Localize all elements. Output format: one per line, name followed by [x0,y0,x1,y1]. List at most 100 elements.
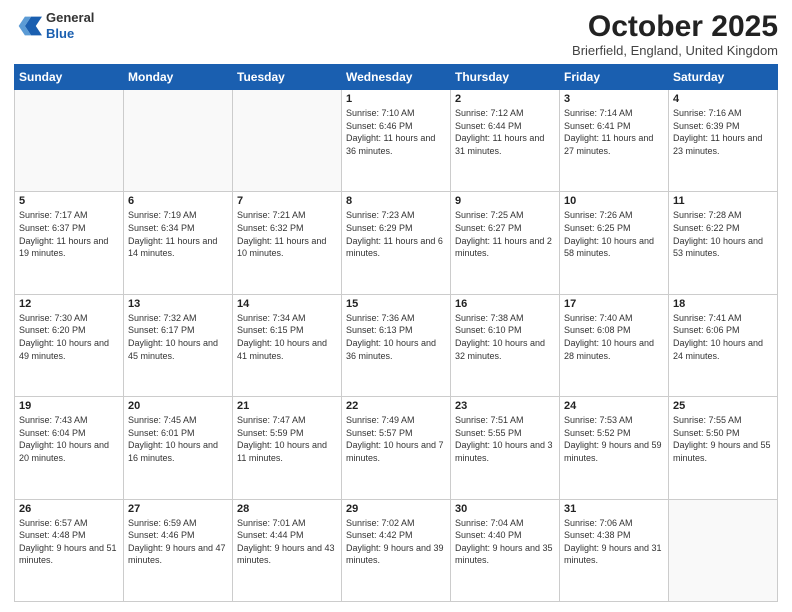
day-number: 13 [128,298,228,310]
calendar-cell: 20Sunrise: 7:45 AM Sunset: 6:01 PM Dayli… [124,397,233,499]
calendar-cell: 14 Sunrise: 7:34 AM Sunset: 6:15 PM Dayli… [233,294,342,396]
calendar-cell [669,499,778,601]
day-header-wednesday: Wednesday [342,65,451,90]
calendar-week-0: 1 Sunrise: 7:10 AM Sunset: 6:46 PM Daylig… [15,90,778,192]
calendar-cell [233,90,342,192]
calendar-cell: 19Sunrise: 7:43 AM Sunset: 6:04 PM Dayli… [15,397,124,499]
day-number: 17 [564,298,664,310]
day-number: 5 [19,195,119,207]
day-info: Sunrise: 7:25 AM Sunset: 6:27 PM Dayligh… [455,209,555,259]
calendar-cell: 30 Sunrise: 7:04 AM Sunset: 4:40 PM Dayli… [451,499,560,601]
day-number: 27 [128,503,228,515]
calendar-cell: 7 Sunrise: 7:21 AM Sunset: 6:32 PM Daylig… [233,192,342,294]
calendar-cell [124,90,233,192]
calendar-cell: 12Sunrise: 7:30 AM Sunset: 6:20 PM Dayli… [15,294,124,396]
calendar-cell: 26Sunrise: 6:57 AM Sunset: 4:48 PM Dayli… [15,499,124,601]
day-header-thursday: Thursday [451,65,560,90]
calendar-cell: 28 Sunrise: 7:01 AM Sunset: 4:44 PM Dayli… [233,499,342,601]
title-block: October 2025 Brierfield, England, United… [572,10,778,58]
day-info: Sunrise: 7:40 AM Sunset: 6:08 PM Dayligh… [564,312,664,362]
day-number: 31 [564,503,664,515]
calendar-cell: 4 Sunrise: 7:16 AM Sunset: 6:39 PM Daylig… [669,90,778,192]
day-number: 29 [346,503,446,515]
day-number: 30 [455,503,555,515]
calendar-cell: 25Sunrise: 7:55 AM Sunset: 5:50 PM Dayli… [669,397,778,499]
day-info: Sunrise: 6:59 AM Sunset: 4:46 PM Dayligh… [128,517,228,567]
day-number: 11 [673,195,773,207]
calendar-cell: 29 Sunrise: 7:02 AM Sunset: 4:42 PM Dayli… [342,499,451,601]
calendar-week-4: 26Sunrise: 6:57 AM Sunset: 4:48 PM Dayli… [15,499,778,601]
calendar-cell [15,90,124,192]
day-info: Sunrise: 7:16 AM Sunset: 6:39 PM Dayligh… [673,107,773,157]
day-header-monday: Monday [124,65,233,90]
day-info: Sunrise: 7:47 AM Sunset: 5:59 PM Dayligh… [237,414,337,464]
calendar-cell: 31 Sunrise: 7:06 AM Sunset: 4:38 PM Dayli… [560,499,669,601]
calendar-cell: 8Sunrise: 7:23 AM Sunset: 6:29 PM Daylig… [342,192,451,294]
day-number: 23 [455,400,555,412]
calendar-week-2: 12Sunrise: 7:30 AM Sunset: 6:20 PM Dayli… [15,294,778,396]
day-number: 16 [455,298,555,310]
month-title: October 2025 [572,10,778,43]
day-number: 12 [19,298,119,310]
calendar-cell: 2Sunrise: 7:12 AM Sunset: 6:44 PM Daylig… [451,90,560,192]
day-number: 10 [564,195,664,207]
day-number: 8 [346,195,446,207]
calendar-cell: 5 Sunrise: 7:17 AM Sunset: 6:37 PM Daylig… [15,192,124,294]
calendar-cell: 3Sunrise: 7:14 AM Sunset: 6:41 PM Daylig… [560,90,669,192]
calendar-cell: 1 Sunrise: 7:10 AM Sunset: 6:46 PM Daylig… [342,90,451,192]
day-info: Sunrise: 7:32 AM Sunset: 6:17 PM Dayligh… [128,312,228,362]
day-info: Sunrise: 7:28 AM Sunset: 6:22 PM Dayligh… [673,209,773,259]
day-info: Sunrise: 7:38 AM Sunset: 6:10 PM Dayligh… [455,312,555,362]
day-info: Sunrise: 7:19 AM Sunset: 6:34 PM Dayligh… [128,209,228,259]
day-info: Sunrise: 7:55 AM Sunset: 5:50 PM Dayligh… [673,414,773,464]
day-number: 3 [564,93,664,105]
day-info: Sunrise: 7:01 AM Sunset: 4:44 PM Dayligh… [237,517,337,567]
day-number: 19 [19,400,119,412]
day-info: Sunrise: 7:36 AM Sunset: 6:13 PM Dayligh… [346,312,446,362]
calendar-cell: 21 Sunrise: 7:47 AM Sunset: 5:59 PM Dayli… [233,397,342,499]
calendar-cell: 9 Sunrise: 7:25 AM Sunset: 6:27 PM Daylig… [451,192,560,294]
calendar-cell: 27 Sunrise: 6:59 AM Sunset: 4:46 PM Dayli… [124,499,233,601]
day-header-friday: Friday [560,65,669,90]
calendar-cell: 10Sunrise: 7:26 AM Sunset: 6:25 PM Dayli… [560,192,669,294]
day-header-sunday: Sunday [15,65,124,90]
day-number: 26 [19,503,119,515]
day-info: Sunrise: 7:45 AM Sunset: 6:01 PM Dayligh… [128,414,228,464]
location: Brierfield, England, United Kingdom [572,43,778,58]
day-info: Sunrise: 7:02 AM Sunset: 4:42 PM Dayligh… [346,517,446,567]
day-info: Sunrise: 7:12 AM Sunset: 6:44 PM Dayligh… [455,107,555,157]
calendar-cell: 23 Sunrise: 7:51 AM Sunset: 5:55 PM Dayli… [451,397,560,499]
day-number: 9 [455,195,555,207]
day-info: Sunrise: 7:41 AM Sunset: 6:06 PM Dayligh… [673,312,773,362]
day-number: 14 [237,298,337,310]
day-info: Sunrise: 7:51 AM Sunset: 5:55 PM Dayligh… [455,414,555,464]
day-info: Sunrise: 7:06 AM Sunset: 4:38 PM Dayligh… [564,517,664,567]
day-number: 4 [673,93,773,105]
day-number: 21 [237,400,337,412]
calendar-cell: 17 Sunrise: 7:40 AM Sunset: 6:08 PM Dayli… [560,294,669,396]
logo-text: General Blue [46,10,94,41]
day-info: Sunrise: 7:34 AM Sunset: 6:15 PM Dayligh… [237,312,337,362]
day-number: 6 [128,195,228,207]
day-info: Sunrise: 7:04 AM Sunset: 4:40 PM Dayligh… [455,517,555,567]
calendar-cell: 24Sunrise: 7:53 AM Sunset: 5:52 PM Dayli… [560,397,669,499]
day-info: Sunrise: 7:17 AM Sunset: 6:37 PM Dayligh… [19,209,119,259]
logo: General Blue [14,10,94,41]
calendar-cell: 11 Sunrise: 7:28 AM Sunset: 6:22 PM Dayli… [669,192,778,294]
day-info: Sunrise: 7:49 AM Sunset: 5:57 PM Dayligh… [346,414,446,464]
calendar-week-1: 5 Sunrise: 7:17 AM Sunset: 6:37 PM Daylig… [15,192,778,294]
day-number: 7 [237,195,337,207]
calendar-header-row: SundayMondayTuesdayWednesdayThursdayFrid… [15,65,778,90]
day-number: 24 [564,400,664,412]
day-header-tuesday: Tuesday [233,65,342,90]
day-number: 15 [346,298,446,310]
calendar-table: SundayMondayTuesdayWednesdayThursdayFrid… [14,64,778,602]
calendar-cell: 18Sunrise: 7:41 AM Sunset: 6:06 PM Dayli… [669,294,778,396]
calendar-week-3: 19Sunrise: 7:43 AM Sunset: 6:04 PM Dayli… [15,397,778,499]
calendar-cell: 22Sunrise: 7:49 AM Sunset: 5:57 PM Dayli… [342,397,451,499]
day-info: Sunrise: 7:10 AM Sunset: 6:46 PM Dayligh… [346,107,446,157]
day-number: 1 [346,93,446,105]
day-number: 28 [237,503,337,515]
day-info: Sunrise: 7:21 AM Sunset: 6:32 PM Dayligh… [237,209,337,259]
day-header-saturday: Saturday [669,65,778,90]
